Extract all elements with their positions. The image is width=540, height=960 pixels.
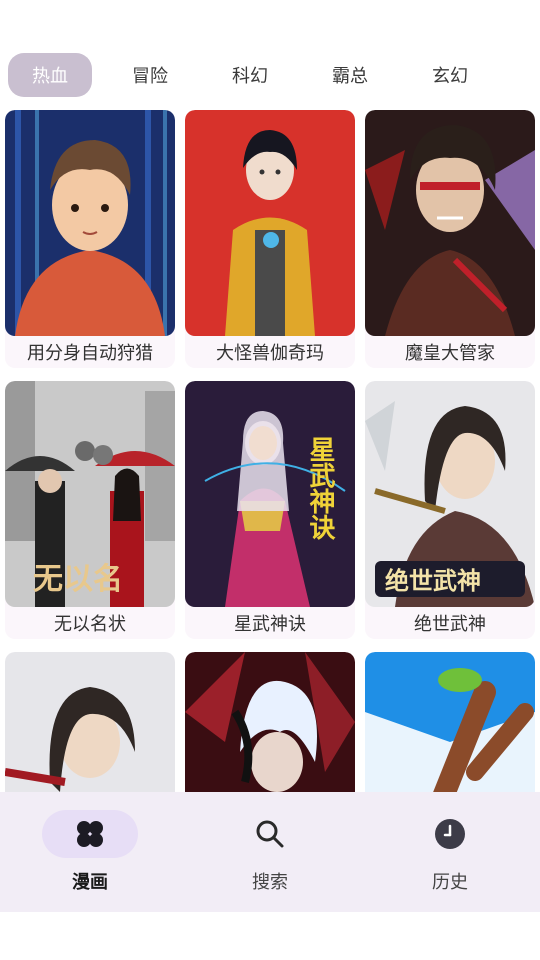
comic-title: 星武神诀 — [234, 614, 306, 635]
comic-cover: 绝世武神 — [365, 381, 535, 607]
comic-card[interactable] — [185, 652, 355, 792]
comic-card[interactable]: 无以名 无以名状 — [5, 381, 175, 639]
clover-icon — [77, 821, 103, 847]
tab-label: 冒险 — [132, 66, 168, 87]
comic-card[interactable] — [5, 652, 175, 792]
comic-title: 大怪兽伽奇玛 — [216, 343, 324, 364]
comic-cover — [185, 110, 355, 336]
comic-cover — [185, 652, 355, 792]
comic-title: 绝世武神 — [414, 614, 486, 635]
cover-image — [5, 652, 175, 792]
tab-rexue[interactable]: 热血 — [8, 53, 92, 97]
search-icon — [256, 820, 284, 848]
comic-title: 用分身自动狩猎 — [27, 343, 153, 364]
cover-image: 星武神诀 — [185, 381, 355, 607]
nav-history-label: 历史 — [432, 872, 468, 893]
comic-title: 无以名状 — [54, 614, 126, 635]
nav-history-pill[interactable] — [402, 810, 498, 858]
tab-maoxian[interactable]: 冒险 — [108, 53, 192, 97]
cover-title-text: 绝世武神 — [385, 567, 481, 595]
comic-cover — [365, 110, 535, 336]
comic-cover: 无以名 — [5, 381, 175, 607]
nav-comics-pill[interactable] — [42, 810, 138, 858]
cover-title-text: 无以名 — [33, 562, 123, 597]
nav-comics-label: 漫画 — [72, 872, 108, 893]
cover-image — [185, 652, 355, 792]
comic-card[interactable]: 用分身自动狩猎 — [5, 110, 175, 368]
nav-search[interactable]: 搜索 — [180, 792, 360, 912]
comic-card[interactable]: 星武神诀 星武神诀 — [185, 381, 355, 639]
cover-image — [185, 110, 355, 336]
comic-card[interactable]: 绝世武神 绝世武神 — [365, 381, 535, 639]
cover-image — [5, 110, 175, 336]
comic-cover — [5, 110, 175, 336]
cover-image — [365, 652, 535, 792]
nav-history[interactable]: 历史 — [360, 792, 540, 912]
cover-image — [365, 110, 535, 336]
comic-card[interactable]: 魔皇大管家 — [365, 110, 535, 368]
comic-card[interactable] — [365, 652, 535, 792]
tab-label: 霸总 — [332, 66, 368, 87]
nav-search-label: 搜索 — [252, 872, 288, 893]
tab-label: 科幻 — [232, 66, 268, 87]
nav-search-pill[interactable] — [222, 810, 318, 858]
tab-bazong[interactable]: 霸总 — [308, 53, 392, 97]
category-tabs: 热血 冒险 科幻 霸总 玄幻 校 — [0, 52, 540, 98]
tab-label: 热血 — [32, 66, 68, 87]
comic-card[interactable]: 大怪兽伽奇玛 — [185, 110, 355, 368]
tab-label: 玄幻 — [432, 66, 468, 87]
cover-image: 绝世武神 — [365, 381, 535, 607]
cover-title-text: 星武神诀 — [305, 436, 335, 541]
nav-comics[interactable]: 漫画 — [0, 792, 180, 912]
tab-xiao[interactable]: 校 — [508, 53, 540, 97]
tab-xuanhuan[interactable]: 玄幻 — [408, 53, 492, 97]
comic-cover: 星武神诀 — [185, 381, 355, 607]
comic-cover — [5, 652, 175, 792]
cover-image: 无以名 — [5, 381, 175, 607]
tab-kehuan[interactable]: 科幻 — [208, 53, 292, 97]
bottom-navigation: 漫画 搜索 历史 — [0, 792, 540, 912]
comic-app: 热血 冒险 科幻 霸总 玄幻 校 — [0, 0, 540, 960]
clock-icon — [435, 819, 465, 849]
comic-title: 魔皇大管家 — [405, 343, 495, 364]
comic-grid: 用分身自动狩猎 大怪兽伽奇玛 魔皇大管家 无以名 无以名状 星武神诀 星武神诀 … — [5, 110, 535, 792]
comic-cover — [365, 652, 535, 792]
